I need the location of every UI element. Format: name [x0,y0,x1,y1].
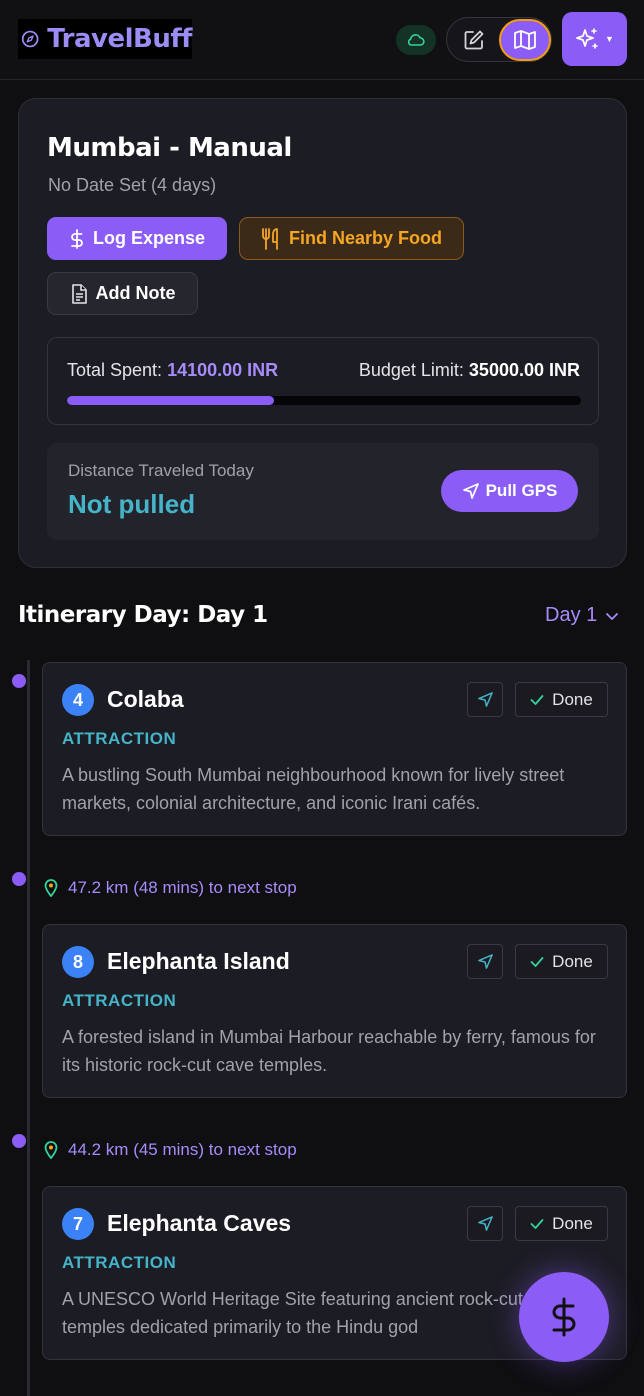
budget-limit-value: 35000.00 INR [468,360,580,380]
stop-number-badge: 8 [62,946,94,978]
check-icon [530,694,544,705]
chevron-down-icon: ▼ [605,34,614,44]
dollar-icon [71,228,83,249]
navigate-button[interactable] [467,682,503,717]
timeline-line [27,660,30,1396]
distance-value: Not pulled [68,489,196,519]
stop-category: ATTRACTION [62,1253,177,1272]
timeline-dot [12,674,26,688]
travel-segment: 47.2 km (48 mins) to next stop [44,878,297,898]
mark-done-button[interactable]: Done [515,944,608,979]
travel-segment-text: 44.2 km (45 mins) to next stop [68,1140,297,1159]
compass-icon [21,30,39,48]
view-toggle [446,17,552,62]
trip-summary-card: Mumbai - Manual No Date Set (4 days) Log… [18,98,627,568]
trip-title: Mumbai - Manual [47,133,292,163]
stop-name: Elephanta Island [107,948,290,974]
pull-gps-button[interactable]: Pull GPS [441,470,578,512]
stop-number-badge: 7 [62,1208,94,1240]
total-spent-value: 14100.00 INR [167,360,279,380]
check-icon [530,956,544,967]
ai-assistant-button[interactable]: ▼ [562,12,627,66]
app-name: TravelBuff [47,24,192,54]
stop-card[interactable]: 4 Colaba Done ATTRACTION A bustling Sout… [42,662,627,836]
sparkles-icon [576,28,598,49]
distance-label: Distance Traveled Today [68,461,254,480]
edit-view-button[interactable] [455,22,493,58]
top-header: TravelBuff ▼ [0,0,644,80]
map-icon [514,30,536,50]
mark-done-label: Done [552,1213,593,1233]
dollar-icon [552,1297,576,1337]
cloud-icon [407,34,425,46]
map-pin-icon [44,879,58,897]
total-spent-label: Total Spent: [67,360,163,380]
utensils-icon [262,227,278,250]
navigation-icon [462,483,479,499]
navigate-button[interactable] [467,944,503,979]
timeline-dot [12,872,26,886]
travel-segment: 44.2 km (45 mins) to next stop [44,1140,297,1160]
edit-icon [464,30,484,50]
find-food-label: Find Nearby Food [289,228,442,248]
stop-description: A forested island in Mumbai Harbour reac… [62,1027,596,1075]
navigation-icon [477,692,493,707]
add-note-label: Add Note [95,283,176,303]
stop-description: A bustling South Mumbai neighbourhood kn… [62,765,565,813]
mark-done-button[interactable]: Done [515,1206,608,1241]
sync-status-button[interactable] [396,25,436,55]
budget-limit-label: Budget Limit: [358,360,464,380]
travel-segment-text: 47.2 km (48 mins) to next stop [68,878,297,897]
budget-progress-fill [67,396,275,405]
navigation-icon [477,1216,493,1231]
pull-gps-label: Pull GPS [485,481,558,500]
chevron-down-icon [606,612,619,620]
timeline-dot [12,1134,26,1148]
mark-done-label: Done [552,951,593,971]
document-icon [71,283,87,304]
stop-name: Colaba [107,686,184,712]
app-logo[interactable]: TravelBuff [18,19,192,59]
add-note-button[interactable]: Add Note [47,272,198,315]
day-selector[interactable]: Day 1 [545,604,619,627]
budget-limit: Budget Limit: 35000.00 INR [359,360,580,381]
map-view-button[interactable] [499,19,551,61]
stop-category: ATTRACTION [62,991,177,1010]
budget-progress-bar [67,396,581,405]
budget-row: Total Spent: 14100.00 INR Budget Limit: … [67,360,580,381]
mark-done-label: Done [552,689,593,709]
distance-panel: Distance Traveled Today Not pulled Pull … [47,443,599,540]
find-food-button[interactable]: Find Nearby Food [239,217,464,260]
check-icon [530,1218,544,1229]
stop-card[interactable]: 8 Elephanta Island Done ATTRACTION A for… [42,924,627,1098]
budget-summary: Total Spent: 14100.00 INR Budget Limit: … [47,337,599,425]
total-spent: Total Spent: 14100.00 INR [67,360,278,381]
stop-name: Elephanta Caves [107,1210,292,1236]
log-expense-label: Log Expense [92,228,206,248]
itinerary-title: Itinerary Day: Day 1 [18,602,268,628]
trip-dates: No Date Set (4 days) [48,175,217,195]
mark-done-button[interactable]: Done [515,682,608,717]
navigate-button[interactable] [467,1206,503,1241]
stop-category: ATTRACTION [62,729,177,748]
navigation-icon [477,954,493,969]
add-expense-fab[interactable] [519,1272,609,1362]
log-expense-button[interactable]: Log Expense [47,217,227,260]
stop-number-badge: 4 [62,684,94,716]
map-pin-icon [44,1141,58,1159]
day-selector-value: Day 1 [545,604,598,626]
